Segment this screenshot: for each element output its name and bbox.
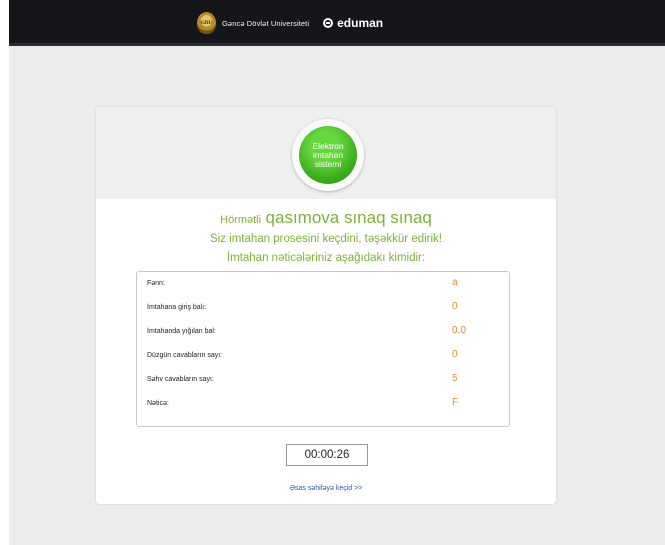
result-value: F bbox=[452, 397, 459, 408]
result-value: 0 bbox=[452, 349, 458, 360]
greeting-prefix: Hörmətli bbox=[220, 214, 262, 226]
thanks-message: Siz imtahan prosesini keçdini, təşəkkür … bbox=[209, 233, 443, 245]
home-page-link[interactable]: Əsas səhifəyə keçid >> bbox=[96, 485, 556, 492]
result-row: İmtahana giriş balı: 0 bbox=[137, 300, 509, 320]
results-intro: İmtahan nəticələriniz aşağıdakı kimidir: bbox=[226, 252, 426, 264]
university-name: Gəncə Dövlət Universiteti bbox=[222, 18, 310, 28]
brand[interactable]: GDU Gəncə Dövlət Universiteti eduman bbox=[197, 12, 383, 34]
student-name: qasımova sınaq sınaq bbox=[265, 208, 432, 227]
result-value: 0 bbox=[452, 301, 458, 312]
result-value: 0.0 bbox=[452, 325, 466, 336]
result-value: 5 bbox=[452, 373, 458, 384]
university-logo: GDU bbox=[197, 12, 216, 34]
eduman-icon bbox=[323, 18, 334, 28]
exam-system-badge: Elektron imtahan sistemi bbox=[292, 119, 364, 191]
result-row: İmtahanda yığılan bal: 0.0 bbox=[137, 324, 509, 344]
eduman-brand: eduman bbox=[323, 16, 383, 30]
badge-label: Elektron imtahan sistemi bbox=[312, 140, 344, 169]
result-card: Elektron imtahan sistemi Hörmətli qasımo… bbox=[96, 107, 556, 504]
result-label: İmtahanda yığılan bal: bbox=[147, 328, 216, 335]
eduman-label: eduman bbox=[337, 16, 384, 30]
greeting-line: Hörmətli qasımova sınaq sınaq bbox=[96, 208, 556, 228]
result-row: Nəticə: F bbox=[137, 396, 509, 416]
result-label: Düzgün cavabların sayı: bbox=[147, 352, 223, 359]
exam-system-badge-core: Elektron imtahan sistemi bbox=[299, 126, 357, 184]
result-row: Düzgün cavabların sayı: 0 bbox=[137, 348, 509, 368]
logo-letters: GDU bbox=[200, 20, 213, 26]
results-table: Fənn: a İmtahana giriş balı: 0 İmtahanda… bbox=[136, 271, 510, 427]
card-header: Elektron imtahan sistemi bbox=[96, 107, 556, 199]
exam-timer: 00:00:26 bbox=[286, 444, 368, 466]
top-navbar: GDU Gəncə Dövlət Universiteti eduman bbox=[9, 0, 665, 46]
result-label: İmtahana giriş balı: bbox=[147, 304, 207, 311]
result-row: Fənn: a bbox=[137, 276, 509, 296]
result-label: Səhv cavabların sayı: bbox=[147, 376, 214, 383]
result-label: Nəticə: bbox=[147, 400, 169, 407]
result-value: a bbox=[452, 277, 458, 288]
result-label: Fənn: bbox=[147, 280, 165, 287]
result-row: Səhv cavabların sayı: 5 bbox=[137, 372, 509, 392]
